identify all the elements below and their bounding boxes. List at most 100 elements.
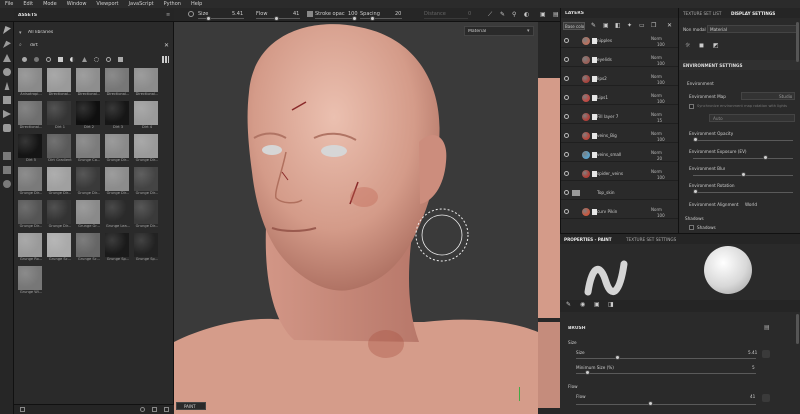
spacing-knob[interactable]	[370, 16, 375, 21]
layer-blend-mode[interactable]: Norm	[651, 93, 662, 98]
smudge-tool-icon[interactable]	[4, 82, 10, 90]
texset-scrollbar[interactable]	[796, 22, 799, 62]
asset-thumbnail[interactable]: Grunge Dir...	[105, 167, 131, 195]
paint-tool-icon[interactable]	[3, 26, 11, 34]
flow-pressure-button[interactable]	[762, 394, 770, 402]
menu-window[interactable]: Window	[62, 1, 92, 7]
brush-size-value[interactable]: 5.41	[748, 350, 757, 355]
visibility-eye-icon[interactable]	[564, 171, 569, 176]
menu-edit[interactable]: Edit	[18, 1, 38, 7]
camera-icon[interactable]: ▣	[540, 11, 547, 18]
camera-settings-icon[interactable]: ◼	[699, 42, 704, 49]
size-value[interactable]: 5.41	[232, 11, 243, 17]
polygon-fill-icon[interactable]	[3, 68, 11, 76]
sync-rotation-checkbox[interactable]	[689, 104, 694, 109]
filter-particles-icon[interactable]	[94, 57, 99, 62]
asset-thumbnail[interactable]: Directional...	[76, 68, 102, 96]
visibility-eye-icon[interactable]	[564, 76, 569, 81]
layer-opacity[interactable]: 100	[657, 80, 665, 85]
layer-row[interactable]: Lips1 Norm 100	[561, 91, 679, 105]
brush-flow-value[interactable]: 41	[750, 394, 755, 399]
layer-row[interactable]: eyelids Norm 100	[561, 53, 679, 67]
lazy-mouse-icon[interactable]: ✎	[500, 11, 507, 18]
asset-thumbnail[interactable]: Grunge Dir...	[47, 200, 73, 228]
brush-icon[interactable]: ✎	[566, 301, 571, 308]
brush-preset-icon[interactable]: ▤	[764, 324, 770, 331]
tab-properties-paint[interactable]: PROPERTIES - PAINT	[564, 237, 612, 242]
symmetry-icon[interactable]: ⟋	[488, 11, 495, 18]
menu-file[interactable]: File	[0, 1, 18, 7]
asset-thumbnail[interactable]: Dirt 4	[134, 101, 160, 129]
asset-thumbnail[interactable]: Grunge Lea...	[105, 200, 131, 228]
chevron-down-icon[interactable]: ▾	[19, 30, 22, 36]
visibility-eye-icon[interactable]	[564, 133, 569, 138]
alpha-icon[interactable]: ▣	[594, 301, 600, 308]
asset-thumbnail[interactable]: Directional...	[18, 101, 44, 129]
visibility-eye-icon[interactable]	[564, 209, 569, 214]
refresh-icon[interactable]	[140, 407, 145, 412]
ray-tracing-icon[interactable]: ◐	[524, 11, 531, 18]
layer-blend-mode[interactable]: Norm	[651, 207, 662, 212]
stencil-icon[interactable]: ◨	[608, 301, 614, 308]
2d-view-strip[interactable]	[538, 22, 560, 414]
layer-opacity[interactable]: 100	[657, 99, 665, 104]
asset-thumbnail[interactable]: Grunge Dir...	[76, 167, 102, 195]
color-picker-icon[interactable]	[3, 124, 11, 132]
filter-materials-icon[interactable]	[34, 57, 39, 62]
asset-thumbnail[interactable]: Grunge Sp...	[105, 233, 131, 261]
visibility-eye-icon[interactable]	[564, 38, 569, 43]
env-blur-knob[interactable]	[741, 172, 746, 177]
pen-pressure-button[interactable]	[762, 350, 770, 358]
min-size-value[interactable]: 5	[752, 365, 755, 370]
shadows-checkbox[interactable]	[689, 225, 694, 230]
asset-thumbnail[interactable]: Directional...	[105, 68, 131, 96]
bake-tool-icon[interactable]	[3, 152, 11, 160]
layer-row[interactable]: spider_veins Norm 100	[561, 167, 679, 181]
asset-thumbnail[interactable]: Anisotropi...	[18, 68, 44, 96]
settings-icon[interactable]	[164, 407, 169, 412]
tab-display-settings[interactable]: DISPLAY SETTINGS	[731, 11, 775, 16]
asset-thumbnail[interactable]: Directional...	[134, 68, 160, 96]
env-opacity-slider[interactable]	[693, 140, 793, 141]
projection-tool-icon[interactable]	[3, 54, 11, 62]
folder-icon[interactable]	[572, 190, 580, 196]
flow-slider-knob[interactable]	[274, 16, 279, 21]
flow-value[interactable]: 41	[293, 11, 299, 17]
visibility-eye-icon[interactable]	[564, 95, 569, 100]
clear-search-icon[interactable]: ✕	[164, 42, 169, 49]
measure-tool-icon[interactable]	[3, 166, 11, 174]
asset-thumbnail[interactable]: Grunge Sc...	[76, 233, 102, 261]
clone-tool-icon[interactable]	[3, 96, 11, 104]
selection-tool-icon[interactable]	[3, 110, 11, 118]
asset-thumbnail[interactable]: Grunge Dir...	[18, 167, 44, 195]
paint-layer-icon[interactable]: ✎	[591, 22, 596, 29]
import-icon[interactable]	[20, 407, 25, 412]
eraser-tool-icon[interactable]	[3, 40, 11, 48]
asset-thumbnail[interactable]: Grunge Sp...	[134, 233, 160, 261]
asset-thumbnail[interactable]: Grunge Ro...	[18, 233, 44, 261]
layer-blend-mode[interactable]: Norm	[651, 169, 662, 174]
asset-thumbnail[interactable]: Grunge Dir...	[134, 167, 160, 195]
asset-thumbnail[interactable]: Grunge Wi...	[18, 266, 44, 294]
layer-blend-mode[interactable]: Norm	[651, 131, 662, 136]
delete-icon[interactable]: ✕	[667, 22, 672, 29]
menu-mode[interactable]: Mode	[38, 1, 62, 7]
duplicate-icon[interactable]: ❐	[651, 22, 656, 29]
asset-thumbnail[interactable]: Directional...	[47, 68, 73, 96]
spacing-slider[interactable]	[360, 18, 402, 19]
search-input[interactable]: dirt	[30, 43, 38, 48]
layer-blend-mode[interactable]: Norm	[651, 150, 662, 155]
asset-thumbnail[interactable]: Grunge Dir...	[47, 167, 73, 195]
display-icon[interactable]: ▤	[553, 11, 560, 18]
layer-row[interactable]: nipples Norm 100	[561, 34, 679, 48]
light-tool-icon[interactable]	[3, 180, 11, 188]
asset-thumbnail[interactable]: Dirt 3	[105, 101, 131, 129]
layer-row[interactable]: veins_small Norm 20	[561, 148, 679, 162]
mask-icon[interactable]: ◧	[615, 22, 621, 29]
env-alignment-value[interactable]: World	[745, 202, 757, 207]
material-icon[interactable]: ◉	[580, 301, 585, 308]
layer-opacity[interactable]: 100	[657, 137, 665, 142]
filter-environments-icon[interactable]	[106, 57, 111, 62]
visibility-eye-icon[interactable]	[564, 114, 569, 119]
menu-python[interactable]: Python	[159, 1, 186, 7]
